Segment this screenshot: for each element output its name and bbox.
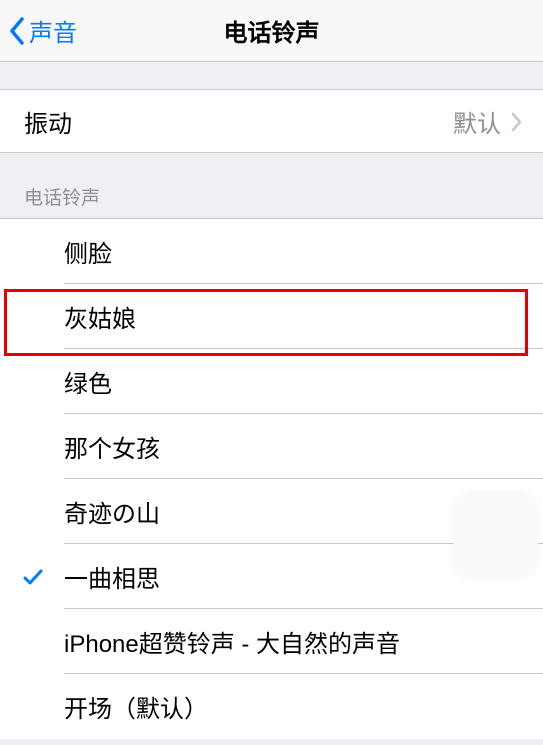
ringtone-row[interactable]: 绿色 <box>0 349 543 414</box>
ringtone-name: 绿色 <box>64 364 112 399</box>
page-title: 电话铃声 <box>0 13 543 48</box>
chevron-right-icon <box>511 111 523 131</box>
assistive-touch-button[interactable] <box>453 493 538 578</box>
ringtone-row[interactable]: 开场（默认） <box>0 674 543 739</box>
ringtone-name: 一曲相思 <box>64 559 160 594</box>
back-label: 声音 <box>29 13 77 48</box>
ringtone-name: 奇迹の山 <box>64 494 160 529</box>
vibration-row[interactable]: 振动 默认 <box>0 90 543 152</box>
navigation-bar: 声音 电话铃声 <box>0 0 543 62</box>
vibration-label: 振动 <box>24 104 453 139</box>
vibration-value: 默认 <box>453 104 501 139</box>
back-button[interactable]: 声音 <box>0 0 77 61</box>
checkmark-icon <box>22 566 44 588</box>
ringtone-name: iPhone超赞铃声 - 大自然的声音 <box>64 624 400 659</box>
ringtone-name: 那个女孩 <box>64 429 160 464</box>
ringtone-name: 侧脸 <box>64 234 112 269</box>
ringtone-row[interactable]: 侧脸 <box>0 219 543 284</box>
ringtone-name: 灰姑娘 <box>64 299 136 334</box>
ringtone-list-header: 电话铃声 <box>0 153 543 218</box>
ringtone-row[interactable]: 灰姑娘 <box>0 284 543 349</box>
ringtone-name: 开场（默认） <box>64 689 208 724</box>
ringtone-list: 侧脸灰姑娘绿色那个女孩奇迹の山一曲相思 iPhone超赞铃声 - 大自然的声音开场… <box>0 218 543 739</box>
ringtone-row[interactable]: iPhone超赞铃声 - 大自然的声音 <box>0 609 543 674</box>
chevron-left-icon <box>9 17 25 45</box>
ringtone-row[interactable]: 那个女孩 <box>0 414 543 479</box>
vibration-section: 振动 默认 <box>0 89 543 153</box>
